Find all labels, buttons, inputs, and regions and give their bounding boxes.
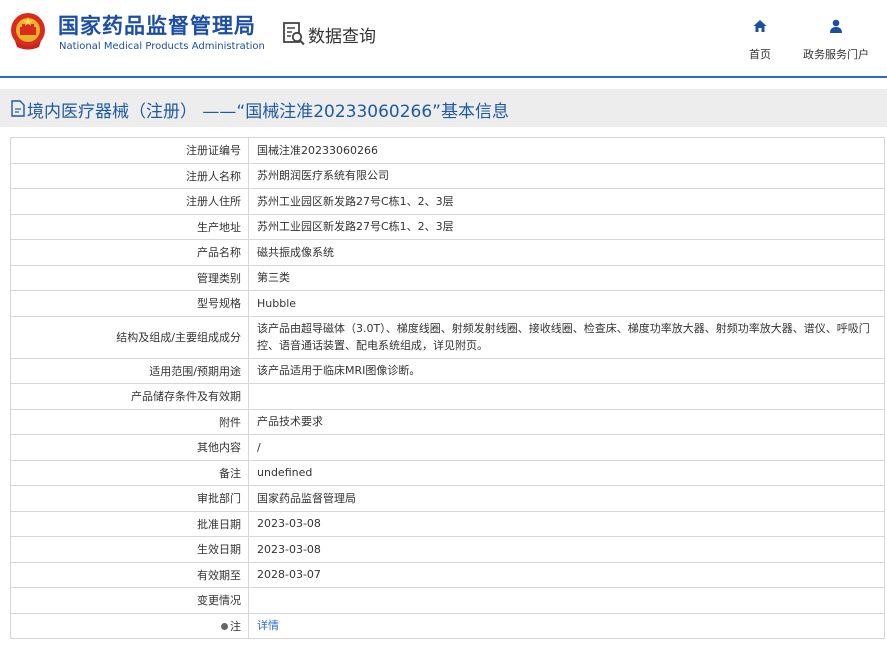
field-label: 型号规格 [10, 290, 249, 317]
field-value [248, 587, 885, 614]
table-row: 审批部门 国家药品监督管理局 [10, 485, 885, 512]
site-title[interactable]: 国家药品监督管理局 [58, 10, 256, 40]
device-info-table: 注册证编号 国械注准20233060266 注册人名称 苏州朗润医疗系统有限公司… [10, 137, 885, 639]
table-row: 适用范围/预期用途 该产品适用于临床MRI图像诊断。 [10, 357, 885, 384]
note-label-cell: 注 [10, 612, 249, 639]
field-label: 产品储存条件及有效期 [10, 383, 249, 410]
table-row: 变更情况 [10, 587, 885, 614]
field-value: 第三类 [248, 264, 885, 291]
field-label: 其他内容 [10, 434, 249, 461]
site-title-english[interactable]: National Medical Products Administration [59, 41, 265, 52]
field-label: 注册人住所 [10, 188, 249, 215]
table-row: 注册人住所 苏州工业园区新发路27号C栋1、2、3层 [10, 188, 885, 215]
field-label: 注册证编号 [10, 137, 249, 164]
field-label: 生效日期 [10, 536, 249, 563]
field-value: undefined [248, 459, 885, 486]
site-header: 国家药品监督管理局 National Medical Products Admi… [0, 0, 887, 76]
field-label: 管理类别 [10, 264, 249, 291]
field-label: 审批部门 [10, 485, 249, 512]
table-row: 其他内容 / [10, 434, 885, 461]
home-icon [753, 20, 767, 32]
field-value-cell: 详情 [248, 612, 885, 639]
field-label: 适用范围/预期用途 [10, 357, 249, 384]
field-label: 注册人名称 [10, 162, 249, 189]
nav-home-label: 首页 [749, 48, 771, 61]
field-label: 产品名称 [10, 239, 249, 266]
field-value: 2023-03-08 [248, 536, 885, 563]
table-row: 注册人名称 苏州朗润医疗系统有限公司 [10, 162, 885, 189]
field-value: 国家药品监督管理局 [248, 485, 885, 512]
field-label: 附件 [10, 408, 249, 435]
page-title: 境内医疗器械（注册） ——“国械注准20233060266”基本信息 [27, 102, 509, 122]
table-row: 生产地址 苏州工业园区新发路27号C栋1、2、3层 [10, 213, 885, 240]
table-row: 产品储存条件及有效期 [10, 383, 885, 410]
page-title-bar: 境内医疗器械（注册） ——“国械注准20233060266”基本信息 [0, 89, 887, 127]
field-value: 国械注准20233060266 [248, 137, 885, 164]
field-value: 2028-03-07 [248, 561, 885, 588]
field-label: 变更情况 [10, 587, 249, 614]
data-query-link[interactable]: 数据查询 [282, 20, 376, 48]
nav-gov-service-label: 政务服务门户 [803, 48, 869, 61]
nav-gov-service[interactable]: 政务服务门户 [796, 18, 876, 62]
field-label: 注 [230, 619, 241, 633]
field-value: 该产品适用于临床MRI图像诊断。 [248, 357, 885, 384]
user-icon [830, 19, 842, 33]
field-label: 结构及组成/主要组成成分 [10, 315, 249, 359]
field-label: 生产地址 [10, 213, 249, 240]
table-row: 注册证编号 国械注准20233060266 [10, 137, 885, 164]
table-row: 型号规格 Hubble [10, 290, 885, 317]
field-label: 备注 [10, 459, 249, 486]
field-value: 苏州工业园区新发路27号C栋1、2、3层 [248, 213, 885, 240]
nav-home[interactable]: 首页 [720, 18, 800, 62]
field-value: Hubble [248, 290, 885, 317]
field-value: / [248, 434, 885, 461]
table-row: 产品名称 磁共振成像系统 [10, 239, 885, 266]
field-value: 磁共振成像系统 [248, 239, 885, 266]
field-value: 产品技术要求 [248, 408, 885, 435]
header-divider [0, 76, 887, 78]
table-row: 结构及组成/主要组成成分 该产品由超导磁体（3.0T）、梯度线圈、射频发射线圈、… [10, 315, 885, 359]
bullet-icon [221, 622, 228, 630]
field-value: 2023-03-08 [248, 510, 885, 537]
field-value: 该产品由超导磁体（3.0T）、梯度线圈、射频发射线圈、接收线圈、检查床、梯度功率… [248, 315, 885, 359]
data-query-label: 数据查询 [308, 26, 376, 47]
table-row: 批准日期 2023-03-08 [10, 510, 885, 537]
field-value [248, 383, 885, 410]
field-value: 苏州朗润医疗系统有限公司 [248, 162, 885, 189]
details-link[interactable]: 详情 [257, 619, 279, 632]
field-value: 苏州工业园区新发路27号C栋1、2、3层 [248, 188, 885, 215]
field-label: 有效期至 [10, 561, 249, 588]
table-row: 备注 undefined [10, 459, 885, 486]
table-row: 有效期至 2028-03-07 [10, 561, 885, 588]
document-edit-icon [11, 100, 25, 117]
table-row: 管理类别 第三类 [10, 264, 885, 291]
table-row: 生效日期 2023-03-08 [10, 536, 885, 563]
national-emblem-icon [11, 13, 45, 50]
table-row: 注 详情 [10, 612, 885, 639]
document-search-icon [283, 22, 305, 46]
field-label: 批准日期 [10, 510, 249, 537]
table-row: 附件 产品技术要求 [10, 408, 885, 435]
